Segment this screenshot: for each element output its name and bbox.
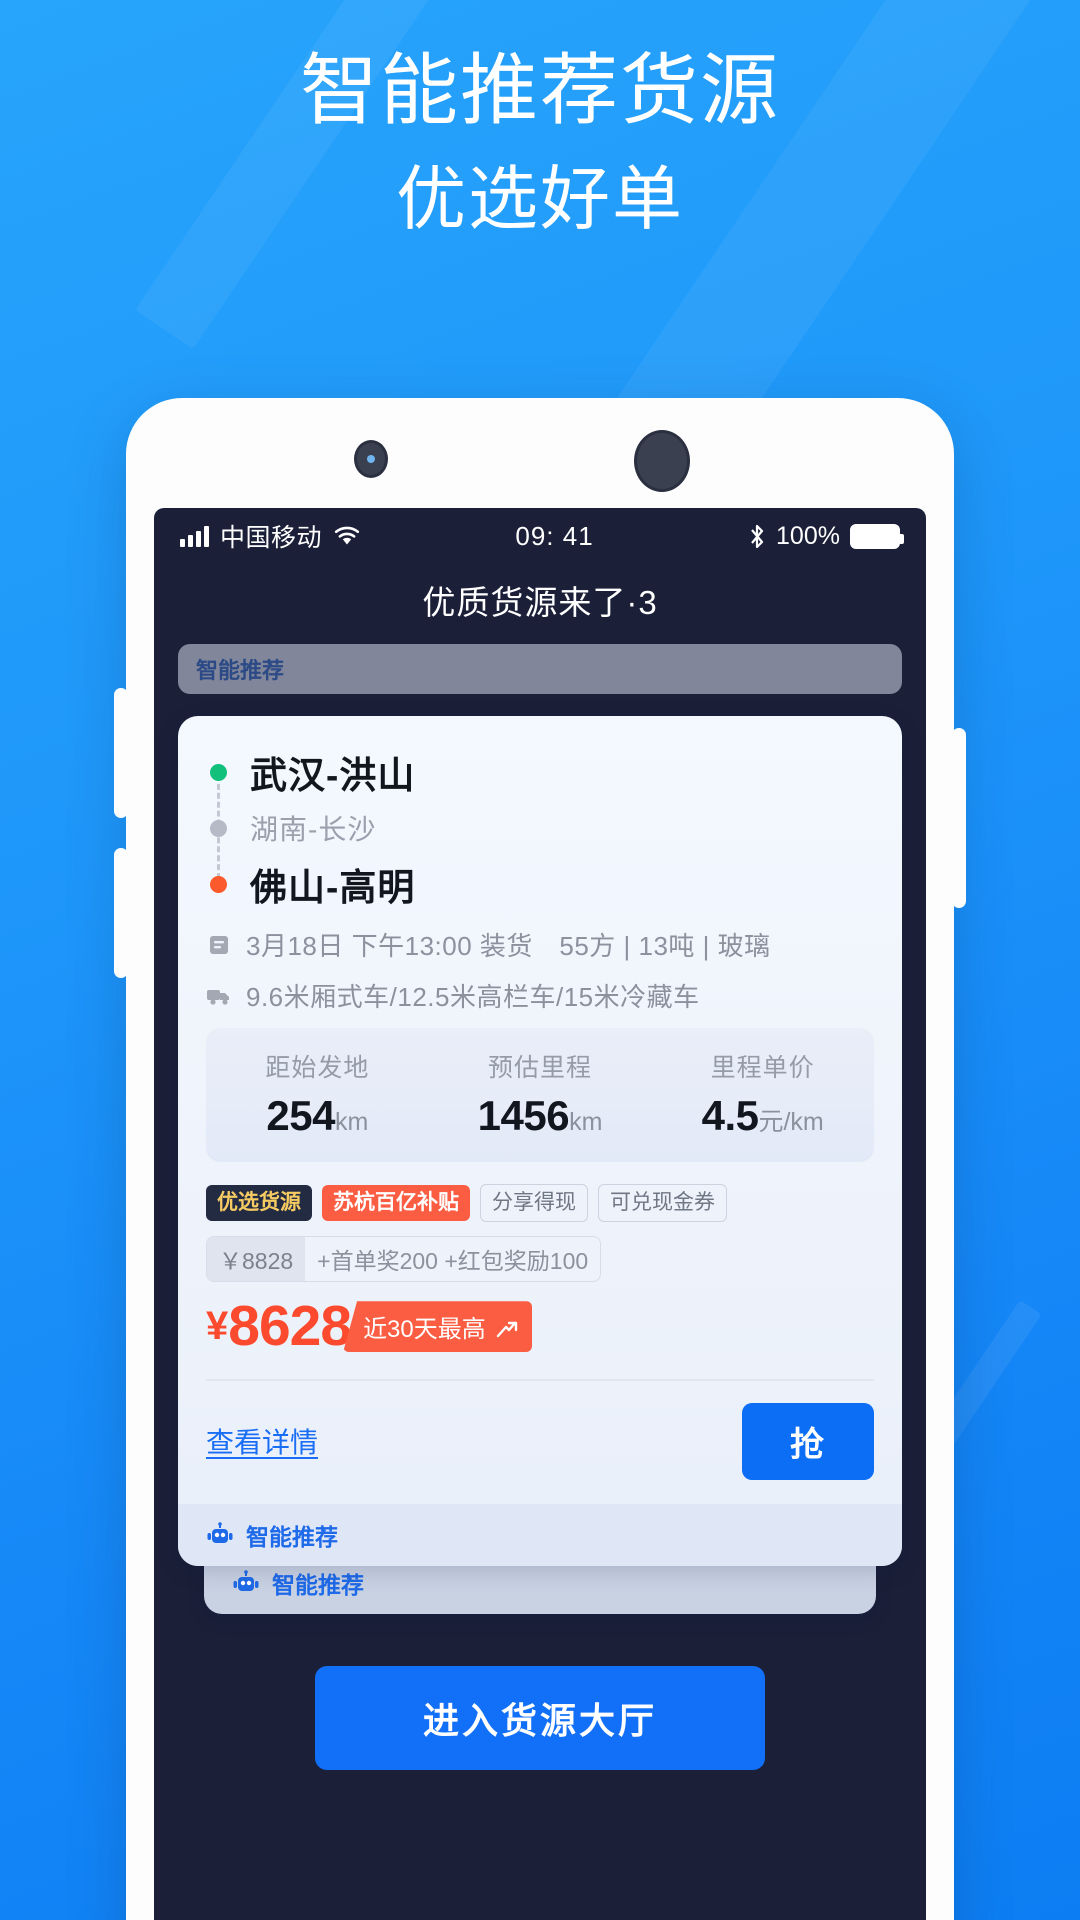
- phone-screen: 中国移动 09: 41 100% 优质货源来了·3 智能推荐 武汉-洪山 湖南-…: [154, 508, 926, 1920]
- hero-line-2: 优选好单: [396, 160, 684, 239]
- tag-row: 优选货源 苏杭百亿补贴 分享得现 可兑现金券: [206, 1184, 874, 1223]
- route-waypoint-label: 湖南-长沙: [250, 814, 377, 845]
- cta-area: 进入货源大厅: [154, 1665, 926, 1770]
- destination-dot-icon: [210, 875, 227, 893]
- earpiece-speaker-icon: [634, 430, 690, 492]
- promo-poster: 智能推荐货源 优选好单 中国移动 09: 41 100% 优质货源来了·3 智能…: [0, 0, 1080, 1920]
- stat-label: 预估里程: [488, 1054, 593, 1082]
- volume-down-button[interactable]: [114, 848, 128, 978]
- stat-estimated-mileage: 预估里程 1456km: [429, 1048, 652, 1140]
- phone-mockup: 中国移动 09: 41 100% 优质货源来了·3 智能推荐 武汉-洪山 湖南-…: [114, 398, 966, 1920]
- tag-share-reward: 分享得现: [480, 1184, 588, 1223]
- cargo-note-icon: [206, 932, 232, 958]
- grab-order-button[interactable]: 抢: [742, 1402, 874, 1480]
- cargo-info-label: 3月18日 下午13:00 装货 55方 | 13吨 | 玻璃: [246, 931, 771, 961]
- route-waypoint-row: 湖南-长沙: [210, 800, 874, 856]
- page-title: 优质货源来了·3: [422, 584, 658, 621]
- tag-subsidy: 苏杭百亿补贴: [322, 1185, 470, 1222]
- price-badge-label: 近30天最高: [363, 1316, 486, 1344]
- power-button[interactable]: [952, 728, 966, 908]
- battery-percent-label: 100%: [776, 521, 840, 550]
- enter-cargo-hall-button[interactable]: 进入货源大厅: [315, 1665, 765, 1770]
- route-origin-row: 武汉-洪山: [210, 744, 874, 800]
- stat-unit: 元/km: [758, 1108, 824, 1136]
- bonus-extras-label: +首单奖200 +红包奖励100: [317, 1248, 589, 1275]
- waypoint-dot-icon: [210, 819, 227, 837]
- robot-icon: [207, 1521, 233, 1543]
- route-block: 武汉-洪山 湖南-长沙 佛山-高明: [206, 744, 874, 912]
- price-row: ¥ 8628 近30天最高: [206, 1298, 874, 1355]
- origin-dot-icon: [210, 763, 227, 781]
- ai-recommend-label: 智能推荐: [246, 1523, 338, 1550]
- price-currency: ¥: [206, 1304, 229, 1349]
- bluetooth-icon: [751, 524, 764, 548]
- cargo-card-list: 武汉-洪山 湖南-长沙 佛山-高明 3月18日 下午13:00 装货 55方 |…: [178, 716, 902, 1614]
- carrier-label: 中国移动: [220, 524, 323, 552]
- trend-up-icon: [497, 1322, 518, 1338]
- stat-value: 1456: [477, 1092, 570, 1139]
- route-destination-row: 佛山-高明: [210, 856, 874, 912]
- robot-icon: [233, 1569, 259, 1591]
- truck-info-label: 9.6米厢式车/12.5米高栏车/15米冷藏车: [246, 982, 700, 1012]
- view-detail-link[interactable]: 查看详情: [206, 1421, 318, 1461]
- filter-bar[interactable]: 智能推荐: [178, 644, 902, 694]
- ai-recommend-label: 智能推荐: [272, 1571, 364, 1598]
- truck-info-row: 9.6米厢式车/12.5米高栏车/15米冷藏车: [206, 977, 874, 1014]
- bonus-base-amount: ￥8828: [207, 1237, 306, 1282]
- signal-bars-icon: [180, 525, 209, 547]
- status-bar: 中国移动 09: 41 100%: [154, 508, 926, 564]
- route-destination-label: 佛山-高明: [250, 867, 416, 908]
- stat-value: 254: [266, 1092, 335, 1139]
- stat-value: 4.5: [701, 1092, 759, 1139]
- tag-premium-source: 优选货源: [206, 1185, 312, 1222]
- cargo-card[interactable]: 武汉-洪山 湖南-长沙 佛山-高明 3月18日 下午13:00 装货 55方 |…: [178, 716, 902, 1566]
- wifi-icon: [334, 526, 360, 545]
- cargo-info-block: 3月18日 下午13:00 装货 55方 | 13吨 | 玻璃 9.6米厢式车/…: [206, 926, 874, 1014]
- battery-icon: [849, 523, 904, 549]
- price-highlight-badge: 近30天最高: [343, 1301, 533, 1353]
- hero-line-1: 智能推荐货源: [299, 46, 780, 134]
- stat-unit: km: [334, 1108, 369, 1136]
- stat-label: 里程单价: [710, 1054, 815, 1082]
- stat-unit: km: [569, 1108, 603, 1136]
- price-value: 8628: [228, 1294, 352, 1359]
- ai-recommend-footer: 智能推荐: [178, 1503, 902, 1566]
- stat-label: 距始发地: [265, 1054, 370, 1082]
- bonus-pill: ￥8828 +首单奖200 +红包奖励100: [206, 1236, 602, 1283]
- volume-up-button[interactable]: [114, 688, 128, 818]
- card-footer: 查看详情 抢: [206, 1381, 874, 1504]
- hero-headline: 智能推荐货源 优选好单: [0, 44, 1080, 241]
- truck-icon: [206, 983, 232, 1009]
- clock-label: 09: 41: [515, 520, 594, 551]
- route-origin-label: 武汉-洪山: [250, 755, 416, 796]
- front-camera-icon: [354, 440, 388, 478]
- filter-chip-label: 智能推荐: [196, 658, 285, 683]
- cargo-info-row: 3月18日 下午13:00 装货 55方 | 13吨 | 玻璃: [206, 926, 874, 963]
- stat-distance-to-origin: 距始发地 254km: [206, 1048, 429, 1140]
- tag-cash-voucher: 可兑现金券: [598, 1184, 727, 1223]
- stat-unit-price: 里程单价 4.5元/km: [651, 1048, 874, 1140]
- stats-panel: 距始发地 254km 预估里程 1456km 里程单价 4.5元/km: [206, 1028, 874, 1162]
